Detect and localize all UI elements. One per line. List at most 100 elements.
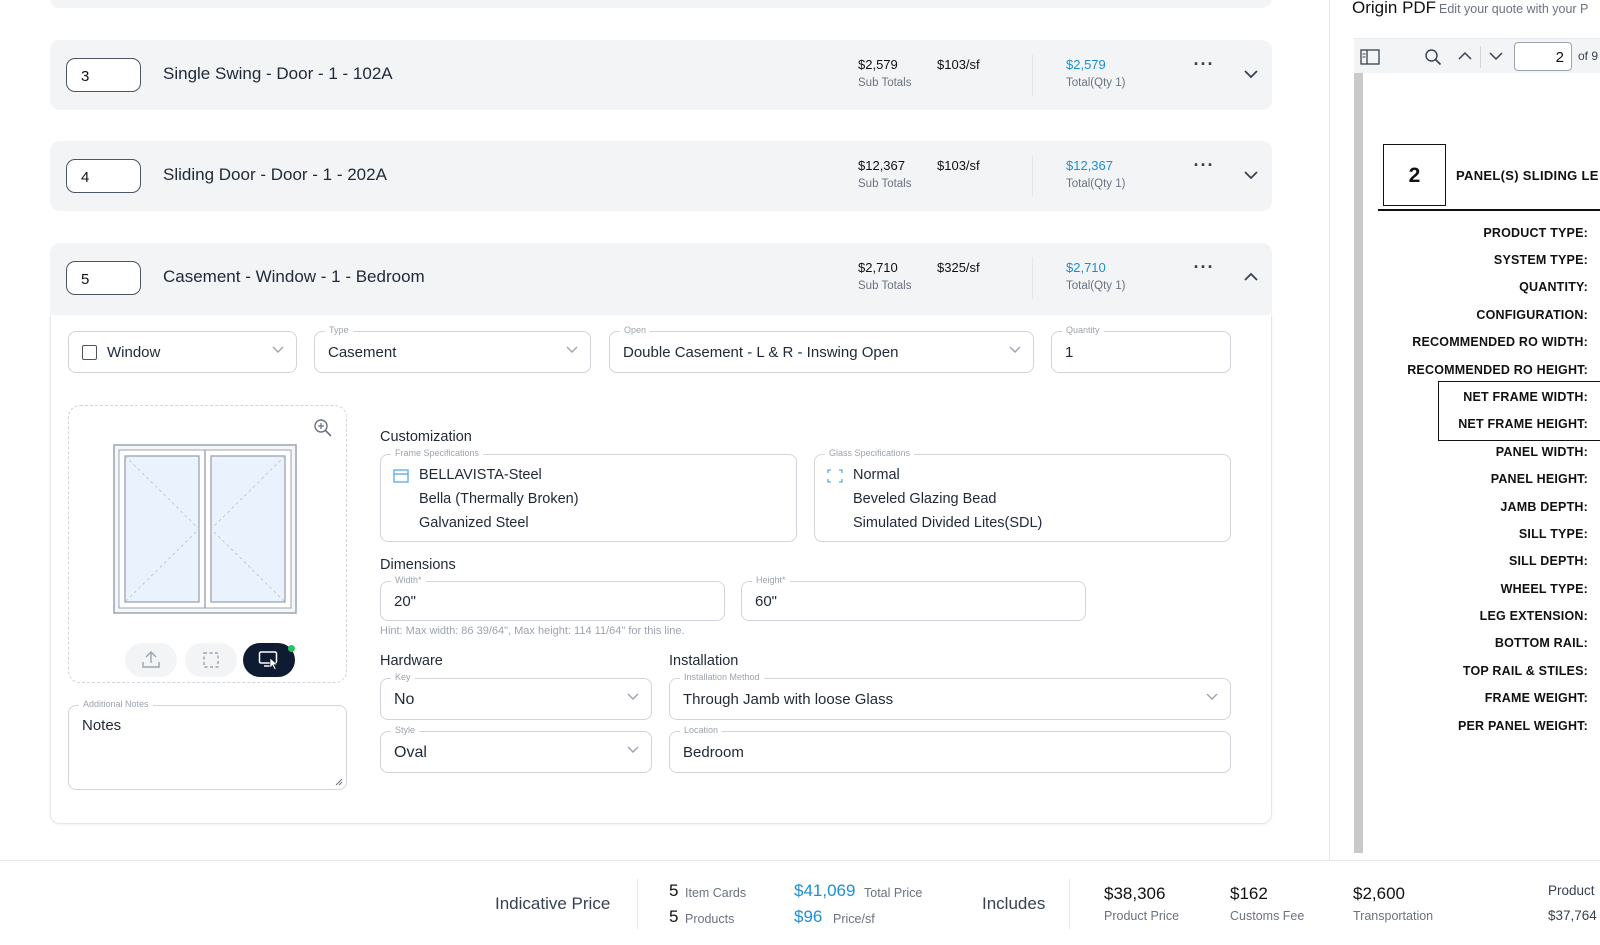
notes-label: Additional Notes xyxy=(79,699,153,709)
installation-method-label: Installation Method xyxy=(680,672,764,682)
customs-fee-label: Customs Fee xyxy=(1230,909,1305,923)
quantity-input[interactable]: Quantity 1 xyxy=(1051,325,1231,373)
spec-label: RECOMMENDED RO WIDTH: xyxy=(1412,335,1588,349)
spec-label: FRAME WEIGHT: xyxy=(1484,691,1588,705)
dimension-hint: Hint: Max width: 86 39/64", Max height: … xyxy=(380,625,685,637)
toolbar-divider xyxy=(1480,46,1481,68)
glass-specifications-card[interactable]: Glass Specifications Normal Beveled Glaz… xyxy=(814,448,1231,542)
monitor-cursor-icon xyxy=(258,651,279,670)
line-number-input[interactable]: 4 xyxy=(66,159,141,193)
line-item-title: Sliding Door - Door - 1 - 202A xyxy=(163,165,387,184)
line-item-row-expanded[interactable]: 5 Casement - Window - 1 - Bedroom $2,710… xyxy=(50,243,1272,315)
divider xyxy=(1032,54,1033,96)
type-select[interactable]: Type Casement xyxy=(314,325,591,373)
spec-label: JAMB DEPTH: xyxy=(1500,500,1588,514)
key-value: No xyxy=(394,691,415,708)
product-price-label: Product Price xyxy=(1104,909,1180,923)
additional-notes-textarea[interactable]: Additional Notes Notes xyxy=(68,699,347,790)
glass-spec-line: Simulated Divided Lites(SDL) xyxy=(853,515,1043,531)
crop-select-icon xyxy=(203,652,219,668)
chevron-up-icon[interactable] xyxy=(1241,269,1261,285)
previous-row-card xyxy=(50,0,1272,8)
pdf-viewport[interactable]: 2 PANEL(S) SLIDING LE PRODUCT TYPE: SYST… xyxy=(1354,73,1600,853)
subtotal-label: Sub Totals xyxy=(858,178,912,190)
previous-page-icon[interactable] xyxy=(1458,51,1472,61)
spec-label-list: PRODUCT TYPE: SYSTEM TYPE: QUANTITY: CON… xyxy=(1363,73,1598,773)
category-value: Window xyxy=(107,344,161,361)
total-price-label: Total Price xyxy=(864,886,923,900)
price-per-sf: $103/sf xyxy=(937,158,980,173)
upload-button[interactable] xyxy=(125,643,177,677)
location-value: Bedroom xyxy=(683,744,744,761)
price-per-sf: $103/sf xyxy=(937,57,980,72)
chevron-down-icon xyxy=(272,346,284,353)
open-select[interactable]: Open Double Casement - L & R - Inswing O… xyxy=(609,325,1034,373)
key-label: Key xyxy=(391,672,415,682)
spec-label: SYSTEM TYPE: xyxy=(1493,253,1588,267)
subtotal-value: $2,710 xyxy=(858,260,898,275)
indicative-price-label: Indicative Price xyxy=(495,894,611,913)
width-value: 20" xyxy=(394,593,417,610)
quantity-value: 1 xyxy=(1065,344,1074,361)
checkbox-icon[interactable] xyxy=(82,345,97,360)
price-per-sf-value: $96 xyxy=(794,907,823,926)
width-input[interactable]: Width* 20" xyxy=(380,575,725,621)
transportation-value: $2,600 xyxy=(1353,884,1405,903)
search-icon[interactable] xyxy=(1424,48,1442,66)
total-label: Total(Qty 1) xyxy=(1066,280,1126,292)
next-page-icon[interactable] xyxy=(1489,51,1503,61)
open-label: Open xyxy=(620,325,651,335)
key-select[interactable]: Key No xyxy=(380,672,652,720)
spec-label: PRODUCT TYPE: xyxy=(1483,226,1588,240)
quantity-label: Quantity xyxy=(1062,325,1104,335)
more-options-button[interactable]: ··· xyxy=(1185,54,1223,88)
more-options-button[interactable]: ··· xyxy=(1185,257,1223,291)
select-area-button[interactable] xyxy=(185,643,237,677)
price-summary-footer: Indicative Price 5 Item Cards 5 Products… xyxy=(0,860,1600,945)
price-per-sf-label: Price/sf xyxy=(833,912,875,926)
page-total: of 9 xyxy=(1578,49,1599,63)
zoom-in-icon[interactable] xyxy=(313,418,333,438)
total-label: Total(Qty 1) xyxy=(1066,77,1126,89)
customs-fee-value: $162 xyxy=(1230,884,1268,903)
chevron-down-icon[interactable] xyxy=(1241,66,1261,82)
category-select[interactable]: Window xyxy=(68,331,297,373)
style-label: Style xyxy=(391,725,420,735)
total-price-value: $41,069 xyxy=(794,881,856,900)
window-drawing-icon xyxy=(113,444,297,614)
line-number-input[interactable]: 5 xyxy=(66,261,141,295)
spec-label: BOTTOM RAIL: xyxy=(1494,636,1588,650)
chevron-down-icon[interactable] xyxy=(1241,167,1261,183)
style-select[interactable]: Style Oval xyxy=(380,725,652,773)
height-input[interactable]: Height* 60" xyxy=(741,575,1086,621)
chevron-down-icon xyxy=(627,693,639,700)
installation-title: Installation xyxy=(669,653,739,669)
chevron-down-icon xyxy=(1206,693,1218,700)
line-number-input[interactable]: 3 xyxy=(66,58,141,92)
frame-spec-line: Galvanized Steel xyxy=(419,515,529,531)
item-cards-label: Item Cards xyxy=(685,886,747,900)
spec-label: PANEL WIDTH: xyxy=(1495,445,1588,459)
origin-pdf-panel: Origin PDF Edit your quote with your P 2… xyxy=(1329,0,1600,860)
transportation-label: Transportation xyxy=(1353,909,1434,923)
product-price-value: $38,306 xyxy=(1104,884,1166,903)
resize-handle-icon[interactable] xyxy=(335,778,343,786)
glass-specs-label: Glass Specifications xyxy=(825,448,915,458)
spec-label: QUANTITY: xyxy=(1519,280,1588,294)
sidebar-toggle-icon[interactable] xyxy=(1360,49,1380,65)
line-item-detail: Window Type Casement Open Double Casemen… xyxy=(50,316,1272,824)
line-item-row[interactable]: 4 Sliding Door - Door - 1 - 202A $12,367… xyxy=(50,141,1272,211)
more-options-button[interactable]: ··· xyxy=(1185,155,1223,189)
location-input[interactable]: Location Bedroom xyxy=(669,725,1231,773)
line-item-row[interactable]: 3 Single Swing - Door - 1 - 102A $2,579 … xyxy=(50,40,1272,110)
glass-spec-line: Normal xyxy=(853,467,900,483)
total-label: Total(Qty 1) xyxy=(1066,178,1126,190)
spec-label: PANEL HEIGHT: xyxy=(1490,472,1588,486)
installation-method-select[interactable]: Installation Method Through Jamb with lo… xyxy=(669,672,1231,720)
frame-specifications-card[interactable]: Frame Specifications BELLAVISTA-Steel Be… xyxy=(380,448,797,542)
monitor-select-button[interactable] xyxy=(243,643,295,677)
glass-spec-line: Beveled Glazing Bead xyxy=(853,491,997,507)
glass-icon xyxy=(827,469,843,483)
page-number-input[interactable]: 2 xyxy=(1514,42,1572,71)
frame-specs-label: Frame Specifications xyxy=(391,448,484,458)
